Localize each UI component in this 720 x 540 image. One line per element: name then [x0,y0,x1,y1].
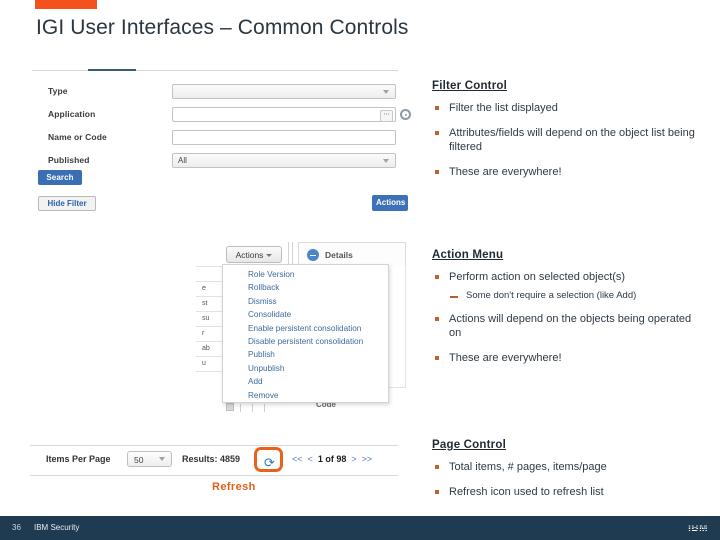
table-row: r [196,327,222,342]
page-title: IGI User Interfaces – Common Controls [36,16,409,39]
page-control-heading: Page Control [432,439,506,451]
actions-dropdown-button[interactable]: Actions [226,246,282,263]
pagination-rail [226,404,272,412]
page-indicator: 1 of 98 [317,454,347,464]
menu-item-disable-persistent-consolidation[interactable]: Disable persistent consolidation [223,335,388,348]
filter-row-name-or-code: Name or Code [48,130,398,147]
collapse-minus-icon[interactable] [307,249,319,261]
filter-label-application: Application [48,109,96,119]
items-per-page-select[interactable]: 50 [127,451,172,467]
table-row: ab [196,342,222,357]
list-item: These are everywhere! [432,165,702,179]
details-panel-label: Details [325,250,353,260]
actions-dropdown-label: Actions [235,250,264,260]
filter-label-type: Type [48,86,68,96]
filter-label-published: Published [48,155,90,165]
gear-icon[interactable] [400,109,411,120]
last-page-button[interactable]: >> [362,454,373,464]
list-item: Perform action on selected object(s) [432,270,702,284]
first-page-button[interactable]: << [292,454,303,464]
hide-filter-button[interactable]: Hide Filter [38,196,96,211]
list-item: Actions will depend on the objects being… [432,312,702,340]
refresh-highlight-box: ⟳ [254,447,283,472]
menu-item-role-version[interactable]: Role Version [223,268,388,281]
footer-brand-text: IBM Security [34,523,80,532]
next-page-button[interactable]: > [351,454,356,464]
prev-page-button[interactable]: < [308,454,313,464]
details-panel-header: Details [298,242,406,266]
tab-rail [32,70,398,71]
list-item: Total items, # pages, items/page [432,460,702,474]
chevron-down-icon [383,90,389,94]
table-row: e [196,282,222,297]
action-menu-screenshot: e st su r ab u Details Code Actions Role… [196,240,406,418]
divider-bottom [30,475,398,476]
menu-item-unpublish[interactable]: Unpublish [223,362,388,375]
table-row: su [196,312,222,327]
menu-item-dismiss[interactable]: Dismiss [223,295,388,308]
refresh-callout-caption: Refresh [212,481,256,493]
list-item: These are everywhere! [432,351,702,365]
table-row: u [196,357,222,372]
tab-rail-active-indicator [88,69,136,71]
filter-panel-screenshot: Type Application ⋯ Name or Code Publishe… [30,62,411,217]
table-row [196,267,222,282]
filter-row-published: Published All [48,153,398,170]
menu-item-consolidate[interactable]: Consolidate [223,308,388,321]
list-item: Attributes/fields will depend on the obj… [432,126,702,154]
notes-filter-control: Filter Control Filter the list displayed… [432,80,702,190]
actions-dropdown-menu: Role Version Rollback Dismiss Consolidat… [222,264,389,403]
menu-item-enable-persistent-consolidation[interactable]: Enable persistent consolidation [223,322,388,335]
pagination-controls: << < 1 of 98 > >> [292,454,372,464]
table-row: st [196,297,222,312]
filter-input-application[interactable]: ⋯ [172,107,396,122]
accent-bar [35,0,97,9]
filter-label-name-or-code: Name or Code [48,132,107,142]
filter-input-name-or-code[interactable] [172,130,396,145]
menu-item-publish[interactable]: Publish [223,348,388,361]
notes-page-control: Page Control Total items, # pages, items… [432,439,702,510]
ellipsis-lookup-icon[interactable]: ⋯ [380,110,393,122]
filter-control-heading: Filter Control [432,80,507,92]
filter-row-type: Type [48,84,398,101]
filter-select-published[interactable]: All [172,153,396,168]
slide-number: 36 [12,523,21,532]
actions-button-top[interactable]: Actions [372,195,408,211]
items-per-page-value: 50 [134,455,144,465]
list-item: Refresh icon used to refresh list [432,485,702,499]
list-item-sub: Some don't require a selection (like Add… [432,290,702,302]
notes-action-menu: Action Menu Perform action on selected o… [432,249,702,376]
filter-row-application: Application ⋯ [48,107,411,124]
filter-value-published: All [178,156,187,165]
slide-footer: 36 IBM Security IBM [0,516,720,540]
list-item: Filter the list displayed [432,101,702,115]
chevron-down-icon [266,254,273,258]
results-count: Results: 4859 [182,454,241,464]
menu-item-rollback[interactable]: Rollback [223,281,388,294]
chevron-down-icon [159,457,165,461]
background-table-column: e st su r ab u [196,252,222,418]
ibm-logo: IBM [688,523,708,534]
table-row [196,252,222,267]
divider-top [30,445,398,446]
search-button[interactable]: Search [38,170,82,185]
items-per-page-label: Items Per Page [46,454,111,464]
filter-select-type[interactable] [172,84,396,99]
menu-item-remove[interactable]: Remove [223,389,388,402]
menu-item-add[interactable]: Add [223,375,388,388]
chevron-down-icon [383,159,389,163]
page-control-screenshot: Items Per Page 50 Results: 4859 ⟳ << < 1… [30,445,402,477]
refresh-icon[interactable]: ⟳ [264,456,277,469]
action-menu-heading: Action Menu [432,249,504,261]
